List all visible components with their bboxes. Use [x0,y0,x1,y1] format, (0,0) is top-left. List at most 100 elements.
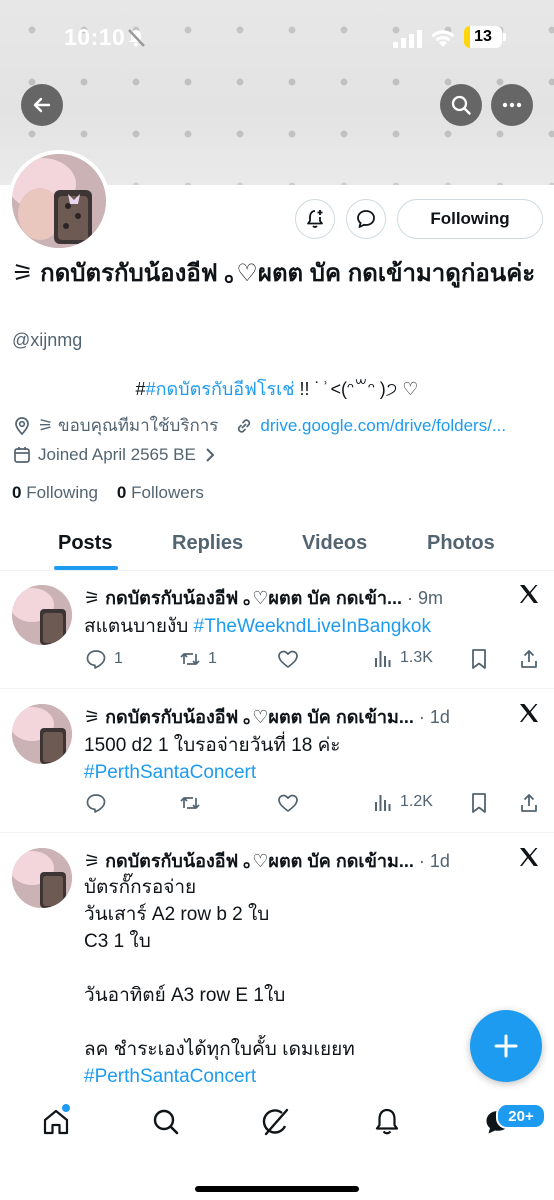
post-actions: 1.2K [84,791,544,817]
bell-plus-icon [307,210,323,228]
bookmark-icon [472,793,486,813]
nav-search[interactable] [150,1106,182,1143]
analytics-icon [375,651,391,667]
x-logo-icon[interactable] [518,846,540,868]
post-avatar[interactable] [12,704,72,764]
bio-hashtag-link[interactable]: #กดบัตรกับอีฟโรเช่ [146,379,295,399]
tab-photos[interactable]: Photos [427,532,495,555]
heart-icon [278,794,298,812]
compose-post-button[interactable] [470,1010,542,1082]
post-header: ⚞ กดบัตรกับน้องอีฟ ｡♡ผตต บัค กดเข้าม... … [84,846,504,875]
grok-icon [262,1108,289,1136]
views-button[interactable]: 1.3K [372,647,433,669]
followers-count-link[interactable]: 0 Followers [117,483,204,502]
profile-handle: @xijnmg [12,330,83,350]
message-button[interactable] [346,199,386,239]
post-item[interactable]: ⚞ กดบัตรกับน้องอีฟ ｡♡ผตต บัค กดเข้า... ·… [0,571,554,689]
profile-avatar[interactable] [8,150,110,252]
post-header: ⚞ กดบัตรกับน้องอีฟ ｡♡ผตต บัค กดเข้า... ·… [84,583,504,612]
views-button[interactable]: 1.2K [372,791,433,813]
repost-button[interactable]: 1 [178,647,217,671]
link-icon [238,418,251,433]
like-button[interactable] [276,647,300,671]
nav-notifications[interactable] [371,1106,403,1143]
post-hashtag[interactable]: #PerthSantaConcert [84,1066,256,1087]
nav-grok[interactable] [260,1106,292,1143]
share-button[interactable] [518,791,540,815]
heart-icon [278,650,298,668]
reply-button[interactable]: 1 [84,647,123,671]
post-text: บัตรกั๊กรอจ่าย วันเสาร์ A2 row b 2 ใบ C3… [84,877,355,1060]
post-avatar[interactable] [12,585,72,645]
home-indicator [195,1186,359,1192]
post-actions: 1 1 1.3K [84,647,544,673]
profile-bio: ##กดบัตรกับอีฟโรเช่ !! ˙ ͗ ˂(ᵔ꒳ᵔ )੭ ♡ [0,374,554,403]
post-time: · 1d [418,707,450,727]
search-icon [451,95,471,115]
search-icon [153,1109,179,1135]
analytics-icon [375,795,391,811]
tab-replies[interactable]: Replies [172,532,243,555]
like-button[interactable] [276,791,300,815]
bottom-navigation [0,1090,554,1200]
home-new-indicator [62,1104,70,1112]
post-hashtag[interactable]: #PerthSantaConcert [84,762,256,783]
post-author-name[interactable]: ⚞ กดบัตรกับน้องอีฟ ｡♡ผตต บัค กดเข้าม... [84,707,414,727]
profile-joined-date: Joined April 2565 BE [38,445,196,464]
post-avatar[interactable] [12,848,72,908]
status-bar: 10:10 13 [0,0,554,76]
battery-indicator: 13 [464,26,506,48]
post-hashtag[interactable]: #TheWeekndLiveInBangkok [194,616,431,637]
bio-text: !! ˙ ͗ ˂(ᵔ꒳ᵔ )੭ ♡ [294,379,419,399]
post-text: 1500 d2 1 ใบรอจ่ายวันที่ 18 ค่ะ [84,735,341,756]
back-button[interactable] [21,84,63,126]
post-author-name[interactable]: ⚞ กดบัตรกับน้องอีฟ ｡♡ผตต บัค กดเข้า... [84,588,402,608]
bookmark-button[interactable] [468,791,490,815]
following-button[interactable]: Following [397,199,543,239]
post-item[interactable]: ⚞ กดบัตรกับน้องอีฟ ｡♡ผตต บัค กดเข้าม... … [0,690,554,833]
share-button[interactable] [518,647,540,671]
profile-tabs: Posts Replies Videos Photos [0,520,554,571]
silent-bell-icon [128,29,145,47]
bio-hash: # [135,379,146,399]
profile-website-link[interactable]: drive.google.com/drive/folders/... [260,416,506,436]
profile-meta-row: ⚞ ขอบคุณทีมาใช้บริการ drive.google.com/d… [12,412,506,439]
notification-subscribe-button[interactable] [295,199,335,239]
bookmark-icon [472,649,486,669]
share-icon [521,794,537,812]
reply-count: 1 [114,650,123,667]
arrow-left-icon [33,97,51,113]
bookmark-button[interactable] [468,647,490,671]
share-icon [521,650,537,668]
follow-counts: 0 Following 0 Followers [12,483,204,503]
reply-icon [86,650,106,669]
plus-icon [494,1034,518,1058]
repost-count: 1 [208,650,217,667]
post-body: บัตรกั๊กรอจ่าย วันเสาร์ A2 row b 2 ใบ C3… [84,874,355,1090]
post-text: สแตนบายงับ [84,616,194,637]
tab-videos[interactable]: Videos [302,532,367,555]
calendar-icon [14,447,30,463]
more-horizontal-icon [502,102,522,108]
chevron-right-icon [206,448,215,462]
repost-button[interactable] [178,791,202,815]
reply-icon [86,794,106,813]
post-author-name[interactable]: ⚞ กดบัตรกับน้องอีฟ ｡♡ผตต บัค กดเข้าม... [84,851,414,871]
search-button[interactable] [440,84,482,126]
x-logo-icon[interactable] [518,583,540,605]
following-count-link[interactable]: 0 Following [12,483,98,502]
profile-display-name: ⚞ กดบัตรกับน้องอีฟ ｡♡ผตต บัค กดเข้ามาดูก… [12,260,536,287]
chat-bubble-icon [357,210,375,228]
profile-joined-row[interactable]: Joined April 2565 BE [12,445,216,465]
post-time: · 1d [418,851,450,871]
active-tab-indicator [54,566,118,570]
more-options-button[interactable] [491,84,533,126]
avatar-photo [12,154,106,248]
tab-posts[interactable]: Posts [58,532,112,555]
battery-level: 13 [474,28,492,45]
reply-button[interactable] [84,791,108,815]
location-pin-icon [15,416,29,435]
repost-icon [180,653,200,665]
x-logo-icon[interactable] [518,702,540,724]
repost-icon [180,797,200,809]
